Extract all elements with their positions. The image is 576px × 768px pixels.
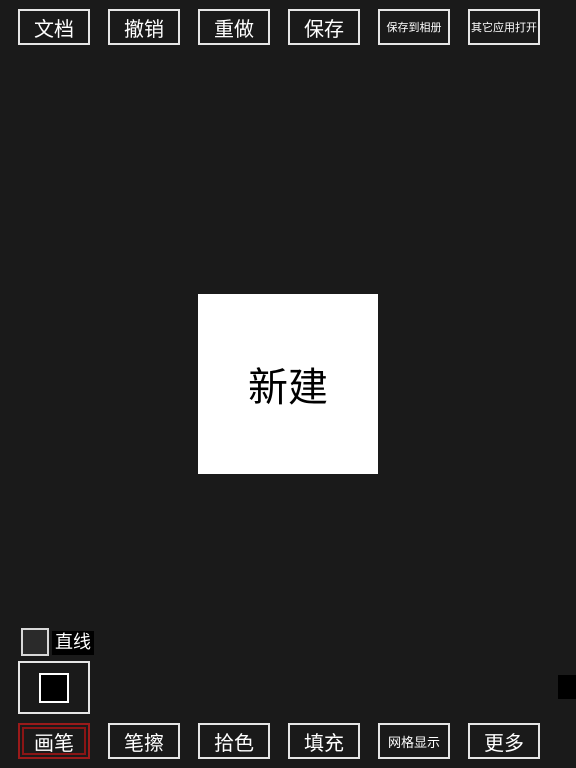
new-document-label: 新建 [248,365,328,411]
redo-button[interactable]: 重做 [198,9,270,45]
current-color-swatch [39,672,69,703]
straight-line-label: 直线 [52,631,94,655]
color-selector-button[interactable] [18,661,90,714]
document-button[interactable]: 文档 [18,9,90,45]
grid-display-button[interactable]: 网格显示 [378,723,450,759]
more-button[interactable]: 更多 [468,723,540,759]
eraser-tool-button[interactable]: 笔擦 [108,723,180,759]
brush-tool-button[interactable]: 画笔 [18,723,90,759]
undo-button[interactable]: 撤销 [108,9,180,45]
new-document-tile[interactable]: 新建 [198,294,378,474]
color-picker-tool-button[interactable]: 拾色 [198,723,270,759]
straight-line-checkbox[interactable] [21,628,49,656]
side-panel-handle[interactable] [558,675,576,699]
open-in-other-app-button[interactable]: 其它应用打开 [468,9,540,45]
fill-tool-button[interactable]: 填充 [288,723,360,759]
save-button[interactable]: 保存 [288,9,360,45]
save-to-album-button[interactable]: 保存到相册 [378,9,450,45]
